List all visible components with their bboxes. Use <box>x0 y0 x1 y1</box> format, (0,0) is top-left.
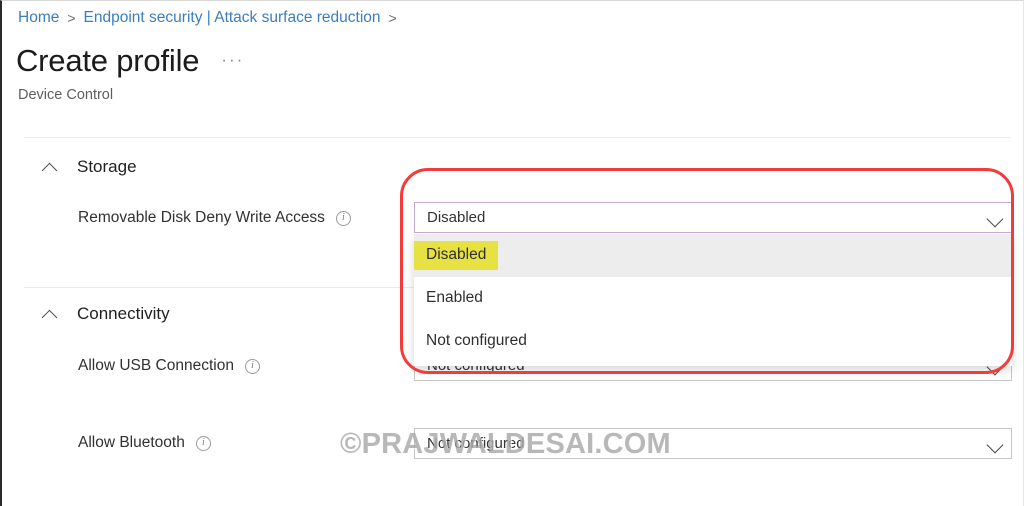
section-header-storage[interactable]: Storage <box>42 157 137 177</box>
title-row: Create profile ··· <box>16 45 244 76</box>
dropdown-option-not-configured[interactable]: Not configured <box>414 320 1012 363</box>
breadcrumb-item-home[interactable]: Home <box>18 9 59 27</box>
dropdown-option-label: Disabled <box>414 241 499 270</box>
breadcrumb-separator-icon: > <box>388 10 397 26</box>
info-icon[interactable]: i <box>244 358 260 374</box>
divider <box>24 137 1010 138</box>
info-icon[interactable]: i <box>335 210 351 226</box>
setting-label-text: Removable Disk Deny Write Access <box>78 209 325 226</box>
setting-label-text: Allow USB Connection <box>78 357 234 374</box>
chevron-up-icon <box>42 159 59 176</box>
info-icon[interactable]: i <box>195 435 211 451</box>
breadcrumb: Home > Endpoint security | Attack surfac… <box>18 9 405 27</box>
page-subtitle: Device Control <box>18 87 114 103</box>
setting-label-text: Allow Bluetooth <box>78 434 185 451</box>
select-value: Not configured <box>427 435 525 452</box>
dropdown-option-disabled[interactable]: Disabled <box>414 234 1012 277</box>
setting-label-allow-bluetooth: Allow Bluetooth i <box>78 434 211 452</box>
setting-label-removable-disk: Removable Disk Deny Write Access i <box>78 209 351 227</box>
dropdown-option-label: Enabled <box>426 289 483 307</box>
section-title-storage: Storage <box>77 157 137 176</box>
dropdown-options-removable-disk: Disabled Enabled Not configured <box>414 234 1012 366</box>
more-options-icon[interactable]: ··· <box>221 50 244 70</box>
select-removable-disk-deny-write-access[interactable]: Disabled <box>414 202 1012 233</box>
dropdown-option-label: Not configured <box>426 332 527 350</box>
chevron-down-icon <box>981 429 1011 458</box>
dropdown-option-enabled[interactable]: Enabled <box>414 277 1012 320</box>
section-header-connectivity[interactable]: Connectivity <box>42 304 170 324</box>
breadcrumb-item-endpoint-security[interactable]: Endpoint security | Attack surface reduc… <box>84 9 381 27</box>
select-allow-bluetooth[interactable]: Not configured <box>414 428 1012 459</box>
setting-label-allow-usb-connection: Allow USB Connection i <box>78 357 260 375</box>
chevron-up-icon <box>42 306 59 323</box>
select-value: Disabled <box>427 209 486 226</box>
chevron-down-icon <box>981 203 1011 232</box>
breadcrumb-separator-icon: > <box>67 10 76 26</box>
page-title: Create profile <box>16 43 200 78</box>
section-title-connectivity: Connectivity <box>77 304 170 323</box>
create-profile-page: Home > Endpoint security | Attack surfac… <box>0 0 1024 506</box>
